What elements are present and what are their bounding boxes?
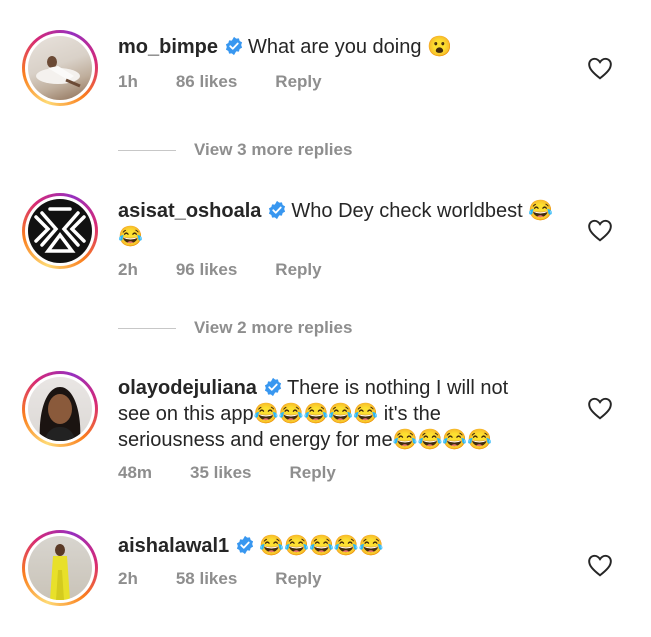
replies-divider <box>118 328 176 330</box>
comment-meta: 2h 58 likes Reply <box>118 569 360 589</box>
comment-time: 48m <box>118 463 153 482</box>
verified-badge-icon <box>225 36 243 56</box>
comment-likes[interactable]: 58 likes <box>176 569 237 588</box>
view-replies-link[interactable]: View 3 more replies <box>118 140 352 160</box>
view-replies-label: View 2 more replies <box>194 318 353 337</box>
comment-username[interactable]: aishalawal1 <box>118 535 229 557</box>
comment-text: olayodejuliana There is nothing I will no… <box>118 375 518 453</box>
comment-username[interactable]: asisat_oshoala <box>118 200 261 222</box>
comment-meta: 1h 86 likes Reply <box>118 72 360 92</box>
reply-button[interactable]: Reply <box>289 463 335 482</box>
comment-username[interactable]: olayodejuliana <box>118 377 257 399</box>
comment-meta: 2h 96 likes Reply <box>118 260 360 280</box>
comment-time: 2h <box>118 260 138 279</box>
comment-text: mo_bimpe What are you doing 😮 <box>118 34 558 60</box>
comment-time: 2h <box>118 569 138 588</box>
comment-text: asisat_oshoala Who Dey check worldbest 😂😂 <box>118 198 558 250</box>
reply-button[interactable]: Reply <box>275 260 321 279</box>
comment-body: 😂😂😂😂😂 <box>259 535 384 557</box>
heart-outline-icon[interactable] <box>587 56 613 80</box>
avatar[interactable] <box>22 193 98 269</box>
comment-likes[interactable]: 86 likes <box>176 72 237 91</box>
heart-outline-icon[interactable] <box>587 553 613 577</box>
comment-body: What are you doing 😮 <box>248 36 452 58</box>
heart-outline-icon[interactable] <box>587 218 613 242</box>
comment-text: aishalawal1 😂😂😂😂😂 <box>118 533 558 559</box>
view-replies-link[interactable]: View 2 more replies <box>118 318 352 338</box>
comment-likes[interactable]: 96 likes <box>176 260 237 279</box>
avatar-image <box>28 199 92 263</box>
avatar-image <box>28 36 92 100</box>
replies-divider <box>118 150 176 152</box>
reply-button[interactable]: Reply <box>275 72 321 91</box>
heart-outline-icon[interactable] <box>587 396 613 420</box>
verified-badge-icon <box>237 535 254 555</box>
comment-username[interactable]: mo_bimpe <box>118 36 218 58</box>
view-replies-label: View 3 more replies <box>194 140 353 159</box>
avatar-image <box>28 536 92 600</box>
avatar[interactable] <box>22 530 98 606</box>
comment-likes[interactable]: 35 likes <box>190 463 251 482</box>
comment-time: 1h <box>118 72 138 91</box>
avatar[interactable] <box>22 371 98 447</box>
verified-badge-icon <box>264 377 282 397</box>
verified-badge-icon <box>269 200 286 220</box>
comment-meta: 48m 35 likes Reply <box>118 463 374 483</box>
avatar[interactable] <box>22 30 98 106</box>
avatar-image <box>28 377 92 441</box>
reply-button[interactable]: Reply <box>275 569 321 588</box>
